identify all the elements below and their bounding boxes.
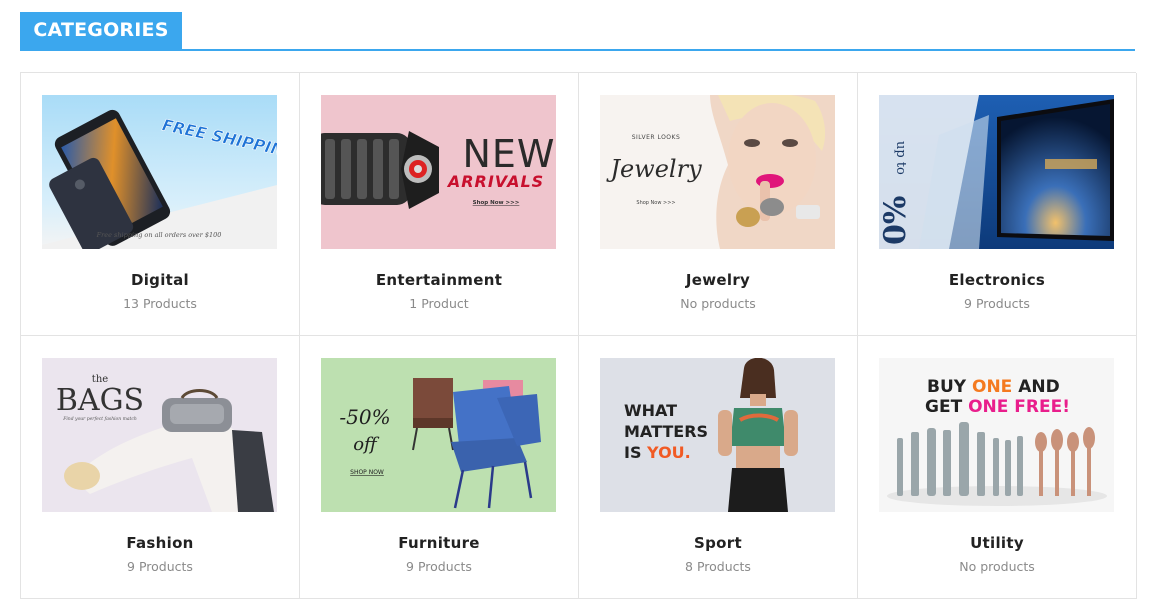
category-product-count: 1 Product bbox=[409, 296, 469, 311]
entertainment-cta: Shop Now >>> bbox=[473, 200, 520, 206]
category-grid: FREE SHIPPING! Free shipping on all orde… bbox=[20, 72, 1137, 599]
category-banner-entertainment[interactable]: NEW ARRIVALS Shop Now >>> bbox=[321, 95, 556, 249]
svg-text:GET ONE FREE!: GET ONE FREE! bbox=[925, 397, 1070, 417]
category-card-furniture[interactable]: -50% off SHOP NOW Furniture 9 Products bbox=[300, 336, 579, 599]
category-banner-furniture[interactable]: -50% off SHOP NOW bbox=[321, 358, 556, 512]
category-banner-fashion[interactable]: the BAGS Find your perfect fashion match bbox=[42, 358, 277, 512]
category-banner-jewelry[interactable]: SILVER LOOKS Jewelry Shop Now >>> bbox=[600, 95, 835, 249]
category-product-count: 9 Products bbox=[127, 559, 193, 574]
jewelry-banner-image: SILVER LOOKS Jewelry Shop Now >>> bbox=[600, 95, 835, 249]
entertainment-banner-image: NEW ARRIVALS Shop Now >>> bbox=[321, 95, 556, 249]
category-banner-utility[interactable]: BUY ONE AND GET ONE FREE! bbox=[879, 358, 1114, 512]
jewelry-headline: Jewelry bbox=[605, 155, 702, 183]
category-product-count: 9 Products bbox=[406, 559, 472, 574]
furniture-subheadline: off bbox=[353, 434, 380, 455]
category-name[interactable]: Entertainment bbox=[300, 271, 578, 289]
utility-line-2-b: ONE FREE! bbox=[968, 397, 1070, 417]
electronics-banner-image: up to 0% bbox=[879, 95, 1114, 249]
entertainment-subheadline: ARRIVALS bbox=[446, 172, 544, 191]
jewelry-cta: Shop Now >>> bbox=[636, 200, 675, 206]
utility-banner-image: BUY ONE AND GET ONE FREE! bbox=[879, 358, 1114, 512]
electronics-kicker: up to bbox=[893, 141, 908, 175]
category-name[interactable]: Furniture bbox=[300, 534, 578, 552]
section-title: CATEGORIES bbox=[20, 12, 182, 49]
category-name[interactable]: Digital bbox=[21, 271, 299, 289]
furniture-headline: -50% bbox=[339, 405, 390, 429]
svg-text:BUY ONE AND: BUY ONE AND bbox=[927, 377, 1060, 397]
category-name[interactable]: Sport bbox=[579, 534, 857, 552]
utility-line-1-c: AND bbox=[1012, 377, 1059, 397]
category-card-entertainment[interactable]: NEW ARRIVALS Shop Now >>> Entertainment … bbox=[300, 73, 579, 336]
utility-line-2-a: GET bbox=[925, 397, 968, 417]
category-banner-digital[interactable]: FREE SHIPPING! Free shipping on all orde… bbox=[42, 95, 277, 249]
category-product-count: 9 Products bbox=[964, 296, 1030, 311]
utility-line-1-a: BUY bbox=[927, 377, 972, 397]
category-card-sport[interactable]: WHAT MATTERS IS YOU. Sport 8 Products bbox=[579, 336, 858, 599]
category-product-count: 13 Products bbox=[123, 296, 197, 311]
sport-banner-image: WHAT MATTERS IS YOU. bbox=[600, 358, 835, 512]
digital-banner-image: FREE SHIPPING! Free shipping on all orde… bbox=[42, 95, 277, 249]
furniture-cta: SHOP NOW bbox=[350, 469, 384, 476]
fashion-banner-image: the BAGS Find your perfect fashion match bbox=[42, 358, 277, 512]
category-name[interactable]: Utility bbox=[858, 534, 1136, 552]
entertainment-headline: NEW bbox=[462, 132, 555, 176]
furniture-banner-image: -50% off SHOP NOW bbox=[321, 358, 556, 512]
sport-line-2: MATTERS bbox=[624, 422, 708, 441]
sport-line-3-prefix: IS bbox=[624, 443, 647, 462]
category-card-electronics[interactable]: up to 0% Electronics 9 Products bbox=[858, 73, 1137, 336]
svg-text:IS YOU.: IS YOU. bbox=[624, 443, 691, 462]
category-banner-electronics[interactable]: up to 0% bbox=[879, 95, 1114, 249]
sport-line-3-accent: YOU. bbox=[646, 443, 691, 462]
sport-line-1: WHAT bbox=[624, 401, 677, 420]
category-name[interactable]: Jewelry bbox=[579, 271, 857, 289]
category-card-digital[interactable]: FREE SHIPPING! Free shipping on all orde… bbox=[21, 73, 300, 336]
category-banner-sport[interactable]: WHAT MATTERS IS YOU. bbox=[600, 358, 835, 512]
utility-line-1-b: ONE bbox=[972, 377, 1012, 397]
category-name[interactable]: Fashion bbox=[21, 534, 299, 552]
category-card-utility[interactable]: BUY ONE AND GET ONE FREE! Utility No pro… bbox=[858, 336, 1137, 599]
category-product-count: 8 Products bbox=[685, 559, 751, 574]
fashion-headline: BAGS bbox=[56, 383, 144, 418]
category-product-count: No products bbox=[680, 296, 756, 311]
jewelry-kicker: SILVER LOOKS bbox=[632, 134, 681, 141]
category-card-fashion[interactable]: the BAGS Find your perfect fashion match… bbox=[21, 336, 300, 599]
fashion-caption: Find your perfect fashion match bbox=[62, 416, 137, 422]
digital-caption: Free shipping on all orders over $100 bbox=[96, 231, 222, 239]
electronics-headline: 0% bbox=[879, 196, 913, 245]
category-name[interactable]: Electronics bbox=[858, 271, 1136, 289]
category-product-count: No products bbox=[959, 559, 1035, 574]
category-card-jewelry[interactable]: SILVER LOOKS Jewelry Shop Now >>> Jewelr… bbox=[579, 73, 858, 336]
section-header: CATEGORIES bbox=[20, 12, 1135, 51]
